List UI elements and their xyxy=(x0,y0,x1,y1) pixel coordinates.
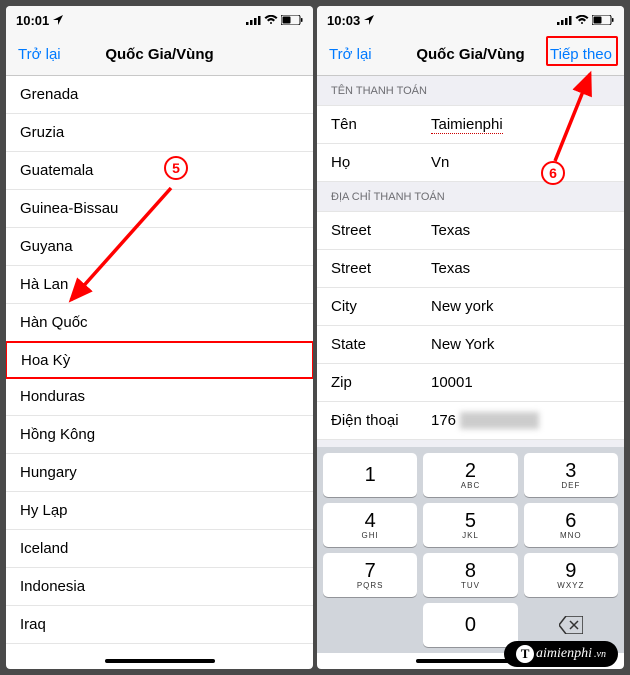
country-item[interactable]: Hungary xyxy=(6,454,313,492)
keypad-key-6[interactable]: 6MNO xyxy=(524,503,618,547)
country-list[interactable]: GrenadaGruziaGuatemalaGuinea-BissauGuyan… xyxy=(6,76,313,653)
form-label: Zip xyxy=(331,374,431,391)
form-row[interactable]: StreetTexas xyxy=(317,212,624,250)
form-value[interactable]: New york xyxy=(431,298,610,315)
battery-icon xyxy=(592,13,614,28)
country-item[interactable]: Hà Lan xyxy=(6,266,313,304)
country-item[interactable]: Iraq xyxy=(6,606,313,644)
next-button[interactable]: Tiếp theo xyxy=(550,46,612,63)
country-item[interactable]: Guinea-Bissau xyxy=(6,190,313,228)
country-item[interactable]: Honduras xyxy=(6,378,313,416)
form-value[interactable]: Texas xyxy=(431,260,610,277)
watermark-t-icon: T xyxy=(516,645,534,663)
form-row[interactable]: StateNew York xyxy=(317,326,624,364)
keypad-key-8[interactable]: 8TUV xyxy=(423,553,517,597)
country-item[interactable]: Ireland xyxy=(6,644,313,653)
keypad-key-2[interactable]: 2ABC xyxy=(423,453,517,497)
right-phone: 10:03 Trở lại Quốc Gia/Vùng Tiếp theo TÊ… xyxy=(317,6,624,669)
badge-5: 5 xyxy=(164,156,188,180)
keypad-key-9[interactable]: 9WXYZ xyxy=(524,553,618,597)
signal-icon xyxy=(557,13,572,28)
form-value[interactable]: Texas xyxy=(431,222,610,239)
form-value[interactable]: New York xyxy=(431,336,610,353)
nav-bar-left: Trở lại Quốc Gia/Vùng xyxy=(6,34,313,76)
status-bar: 10:03 xyxy=(317,6,624,34)
form-label: Street xyxy=(331,222,431,239)
wifi-icon xyxy=(264,13,278,28)
back-button[interactable]: Trở lại xyxy=(329,46,372,63)
form-row[interactable]: StreetTexas xyxy=(317,250,624,288)
keypad-key-0[interactable]: 0 xyxy=(423,603,517,647)
form-value[interactable]: 176 0000000 xyxy=(431,412,610,429)
numeric-keypad[interactable]: 12ABC3DEF 4GHI5JKL6MNO 7PQRS8TUV9WXYZ0 xyxy=(317,447,624,653)
section-header: ĐỊA CHỈ THANH TOÁN xyxy=(317,182,624,212)
watermark: T aimienphi.vn xyxy=(504,641,618,667)
form-row[interactable]: Zip10001 xyxy=(317,364,624,402)
form-label: City xyxy=(331,298,431,315)
form-label: Street xyxy=(331,260,431,277)
form-row[interactable]: CityNew york xyxy=(317,288,624,326)
country-item[interactable]: Indonesia xyxy=(6,568,313,606)
nav-title: Quốc Gia/Vùng xyxy=(416,46,524,63)
country-item[interactable]: Iceland xyxy=(6,530,313,568)
section-header: TÊN THANH TOÁN xyxy=(317,76,624,106)
form-row[interactable]: TênTaimienphi xyxy=(317,106,624,144)
country-item[interactable]: Guatemala xyxy=(6,152,313,190)
status-time: 10:03 xyxy=(327,13,360,28)
country-item[interactable]: Hoa Kỳ xyxy=(6,341,313,379)
country-item[interactable]: Hàn Quốc xyxy=(6,304,313,342)
country-item[interactable]: Gruzia xyxy=(6,114,313,152)
form-label: State xyxy=(331,336,431,353)
form-label: Điện thoại xyxy=(331,412,431,429)
country-item[interactable]: Hồng Kông xyxy=(6,416,313,454)
wifi-icon xyxy=(575,13,589,28)
nav-title: Quốc Gia/Vùng xyxy=(105,46,213,63)
status-time: 10:01 xyxy=(16,13,49,28)
nav-bar-right: Trở lại Quốc Gia/Vùng Tiếp theo xyxy=(317,34,624,76)
battery-icon xyxy=(281,13,303,28)
home-indicator[interactable] xyxy=(105,659,215,663)
location-icon xyxy=(53,13,63,28)
keypad-key-4[interactable]: 4GHI xyxy=(323,503,417,547)
form-value[interactable]: Taimienphi xyxy=(431,116,610,134)
back-button[interactable]: Trở lại xyxy=(18,46,61,63)
form-label: Họ xyxy=(331,154,431,171)
form-value[interactable]: 10001 xyxy=(431,374,610,391)
signal-icon xyxy=(246,13,261,28)
badge-6: 6 xyxy=(541,161,565,185)
form-row[interactable]: Điện thoại176 0000000 xyxy=(317,402,624,440)
country-item[interactable]: Hy Lạp xyxy=(6,492,313,530)
keypad-key-1[interactable]: 1 xyxy=(323,453,417,497)
form-area: TÊN THANH TOÁNTênTaimienphiHọVnĐỊA CHỈ T… xyxy=(317,76,624,447)
keypad-key-5[interactable]: 5JKL xyxy=(423,503,517,547)
keypad-key-3[interactable]: 3DEF xyxy=(524,453,618,497)
country-item[interactable]: Grenada xyxy=(6,76,313,114)
form-row[interactable]: HọVn xyxy=(317,144,624,182)
country-item[interactable]: Guyana xyxy=(6,228,313,266)
keypad-key-7[interactable]: 7PQRS xyxy=(323,553,417,597)
status-bar: 10:01 xyxy=(6,6,313,34)
form-label: Tên xyxy=(331,116,431,133)
form-value[interactable]: Vn xyxy=(431,154,610,171)
location-icon xyxy=(364,13,374,28)
left-phone: 10:01 Trở lại Quốc Gia/Vùng GrenadaGruzi… xyxy=(6,6,313,669)
key-blank xyxy=(323,603,417,647)
